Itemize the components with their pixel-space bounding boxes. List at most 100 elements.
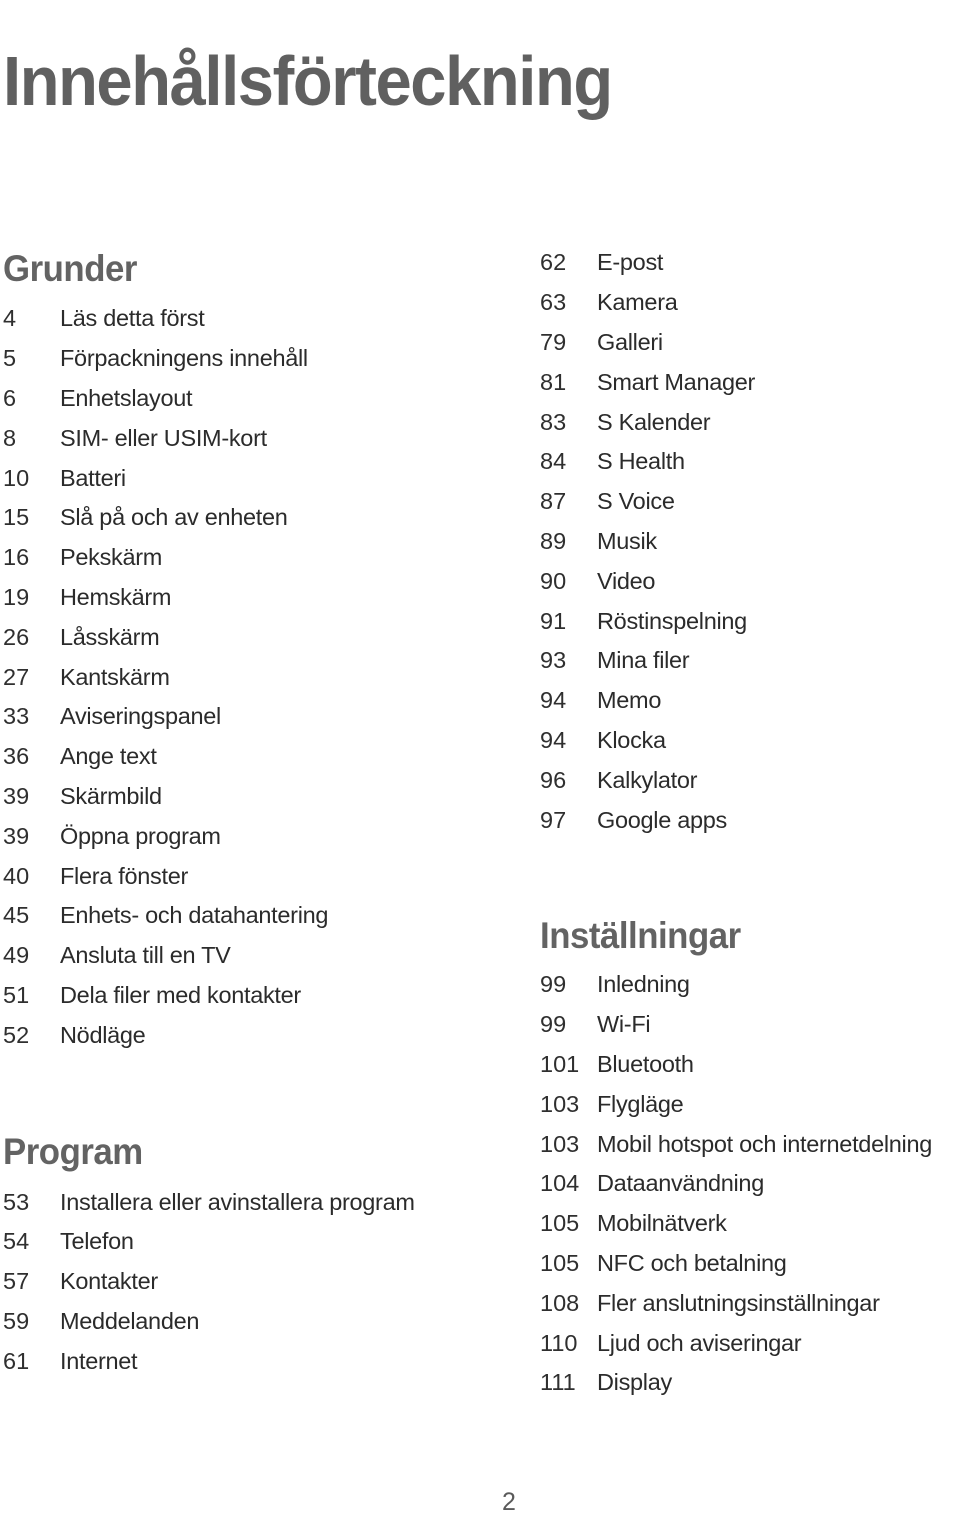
toc-entry[interactable]: 108 Fler anslutningsinställningar bbox=[540, 1283, 960, 1323]
toc-entry[interactable]: 79 Galleri bbox=[540, 323, 960, 363]
toc-entry[interactable]: 45 Enhets- och datahantering bbox=[3, 896, 523, 936]
toc-entry-page-number: 93 bbox=[540, 647, 567, 674]
toc-entry[interactable]: 54 Telefon bbox=[3, 1222, 523, 1262]
toc-entry-label: Flera fönster bbox=[60, 862, 189, 889]
toc-entry[interactable]: 99 Inledning bbox=[540, 965, 960, 1005]
toc-entry-label: Enhetslayout bbox=[60, 384, 193, 411]
toc-entry[interactable]: 40 Flera fönster bbox=[3, 856, 523, 896]
toc-entry-page-number: 105 bbox=[540, 1249, 580, 1276]
toc-entry[interactable]: 39 Öppna program bbox=[3, 816, 523, 856]
toc-entry-label: Memo bbox=[597, 687, 662, 714]
toc-entry[interactable]: 49 Ansluta till en TV bbox=[3, 936, 523, 976]
toc-entry-page-number: 61 bbox=[3, 1347, 30, 1374]
toc-entry[interactable]: 103 Flygläge bbox=[540, 1084, 960, 1124]
toc-entry[interactable]: 59 Meddelanden bbox=[3, 1302, 523, 1342]
toc-entry[interactable]: 5 Förpackningens innehåll bbox=[3, 339, 523, 379]
toc-entry-label: Pekskärm bbox=[60, 544, 163, 571]
toc-entry-label: SIM- eller USIM-kort bbox=[60, 424, 267, 451]
toc-entry[interactable]: 89 Musik bbox=[540, 522, 960, 562]
toc-entry-label: Mobilnätverk bbox=[597, 1210, 727, 1237]
toc-entry-page-number: 79 bbox=[540, 328, 567, 355]
toc-entry[interactable]: 91 Röstinspelning bbox=[540, 601, 960, 641]
toc-entry[interactable]: 87 S Voice bbox=[540, 482, 960, 522]
toc-entry[interactable]: 90 Video bbox=[540, 561, 960, 601]
toc-entry[interactable]: 26 Låsskärm bbox=[3, 617, 523, 657]
toc-entry[interactable]: 52 Nödläge bbox=[3, 1015, 523, 1055]
toc-entry[interactable]: 63 Kamera bbox=[540, 283, 960, 323]
toc-entry-label: Fler anslutningsinställningar bbox=[597, 1289, 880, 1316]
toc-entry-page-number: 101 bbox=[540, 1050, 580, 1077]
toc-entry[interactable]: 99 Wi-Fi bbox=[540, 1005, 960, 1045]
toc-entry[interactable]: 4 Läs detta först bbox=[3, 299, 523, 339]
toc-entry-label: Batteri bbox=[60, 464, 126, 491]
toc-entry-page-number: 54 bbox=[3, 1228, 30, 1255]
toc-entry-label: Ljud och aviseringar bbox=[597, 1329, 802, 1356]
toc-entry-label: Kalkylator bbox=[597, 766, 698, 793]
toc-list-program-continued: 62 E-post 63 Kamera 79 Galleri 81 Smart Manager… bbox=[540, 243, 960, 840]
toc-entry-label: Smart Manager bbox=[597, 368, 756, 395]
toc-entry-label: Internet bbox=[60, 1347, 138, 1374]
toc-entry[interactable]: 83 S Kalender bbox=[540, 402, 960, 442]
toc-entry-page-number: 51 bbox=[3, 981, 30, 1008]
toc-entry[interactable]: 51 Dela filer med kontakter bbox=[3, 976, 523, 1016]
toc-entry[interactable]: 6 Enhetslayout bbox=[3, 379, 523, 419]
toc-entry[interactable]: 57 Kontakter bbox=[3, 1262, 523, 1302]
toc-entry[interactable]: 105 NFC och betalning bbox=[540, 1244, 960, 1284]
toc-entry-page-number: 4 bbox=[3, 305, 17, 332]
toc-entry-page-number: 87 bbox=[540, 488, 567, 515]
toc-entry-label: S Kalender bbox=[597, 408, 711, 435]
toc-entry-page-number: 57 bbox=[3, 1268, 30, 1295]
toc-entry-page-number: 15 bbox=[3, 504, 30, 531]
toc-entry[interactable]: 94 Klocka bbox=[540, 721, 960, 761]
toc-entry[interactable]: 84 S Health bbox=[540, 442, 960, 482]
toc-entry-label: Meddelanden bbox=[60, 1307, 200, 1334]
toc-entry-page-number: 26 bbox=[3, 623, 30, 650]
toc-right-column: 62 E-post 63 Kamera 79 Galleri 81 Smart Manager… bbox=[540, 243, 960, 1403]
toc-entry[interactable]: 96 Kalkylator bbox=[540, 760, 960, 800]
toc-entry-page-number: 27 bbox=[3, 663, 30, 690]
toc-entry[interactable]: 10 Batteri bbox=[3, 458, 523, 498]
toc-entry[interactable]: 94 Memo bbox=[540, 681, 960, 721]
toc-entry[interactable]: 105 Mobilnätverk bbox=[540, 1204, 960, 1244]
toc-entry[interactable]: 61 Internet bbox=[3, 1341, 523, 1381]
toc-entry[interactable]: 97 Google apps bbox=[540, 800, 960, 840]
toc-entry[interactable]: 110 Ljud och aviseringar bbox=[540, 1323, 960, 1363]
toc-entry-page-number: 6 bbox=[3, 384, 17, 411]
toc-entry[interactable]: 39 Skärmbild bbox=[3, 777, 523, 817]
toc-entry-page-number: 110 bbox=[540, 1329, 578, 1356]
toc-entry-label: Galleri bbox=[597, 328, 663, 355]
toc-entry[interactable]: 101 Bluetooth bbox=[540, 1045, 960, 1085]
toc-entry-label: Display bbox=[597, 1369, 672, 1396]
toc-entry-label: Musik bbox=[597, 527, 657, 554]
toc-entry-label: Dela filer med kontakter bbox=[60, 981, 301, 1008]
section-heading-program: Program bbox=[3, 1131, 143, 1173]
toc-entry[interactable]: 15 Slå på och av enheten bbox=[3, 498, 523, 538]
toc-entry-page-number: 5 bbox=[3, 345, 17, 372]
toc-entry[interactable]: 104 Dataanvändning bbox=[540, 1164, 960, 1204]
toc-entry[interactable]: 111 Display bbox=[540, 1363, 960, 1403]
toc-entry-page-number: 49 bbox=[3, 942, 30, 969]
toc-entry-page-number: 90 bbox=[540, 567, 567, 594]
toc-entry-label: Flygläge bbox=[597, 1090, 684, 1117]
toc-entry[interactable]: 33 Aviseringspanel bbox=[3, 697, 523, 737]
toc-entry[interactable]: 27 Kantskärm bbox=[3, 657, 523, 697]
toc-entry-page-number: 39 bbox=[3, 822, 30, 849]
toc-entry-page-number: 97 bbox=[540, 806, 567, 833]
toc-list-grunder: 4 Läs detta först 5 Förpackningens innehåll… bbox=[3, 299, 523, 1055]
toc-entry-page-number: 104 bbox=[540, 1170, 580, 1197]
toc-entry[interactable]: 16 Pekskärm bbox=[3, 538, 523, 578]
toc-entry[interactable]: 103 Mobil hotspot och internetdelning bbox=[540, 1124, 960, 1164]
toc-entry[interactable]: 8 SIM- eller USIM-kort bbox=[3, 418, 523, 458]
toc-entry-label: Dataanvändning bbox=[597, 1170, 764, 1197]
toc-entry-label: Röstinspelning bbox=[597, 607, 747, 634]
toc-entry[interactable]: 62 E-post bbox=[540, 243, 960, 283]
toc-entry[interactable]: 81 Smart Manager bbox=[540, 362, 960, 402]
toc-entry-page-number: 94 bbox=[540, 687, 567, 714]
toc-entry[interactable]: 36 Ange text bbox=[3, 737, 523, 777]
toc-entry[interactable]: 53 Installera eller avinstallera program bbox=[3, 1182, 523, 1222]
toc-entry[interactable]: 19 Hemskärm bbox=[3, 578, 523, 618]
toc-entry-page-number: 40 bbox=[3, 862, 30, 889]
toc-entry[interactable]: 93 Mina filer bbox=[540, 641, 960, 681]
toc-entry-label: Slå på och av enheten bbox=[60, 504, 288, 531]
toc-entry-page-number: 96 bbox=[540, 766, 567, 793]
